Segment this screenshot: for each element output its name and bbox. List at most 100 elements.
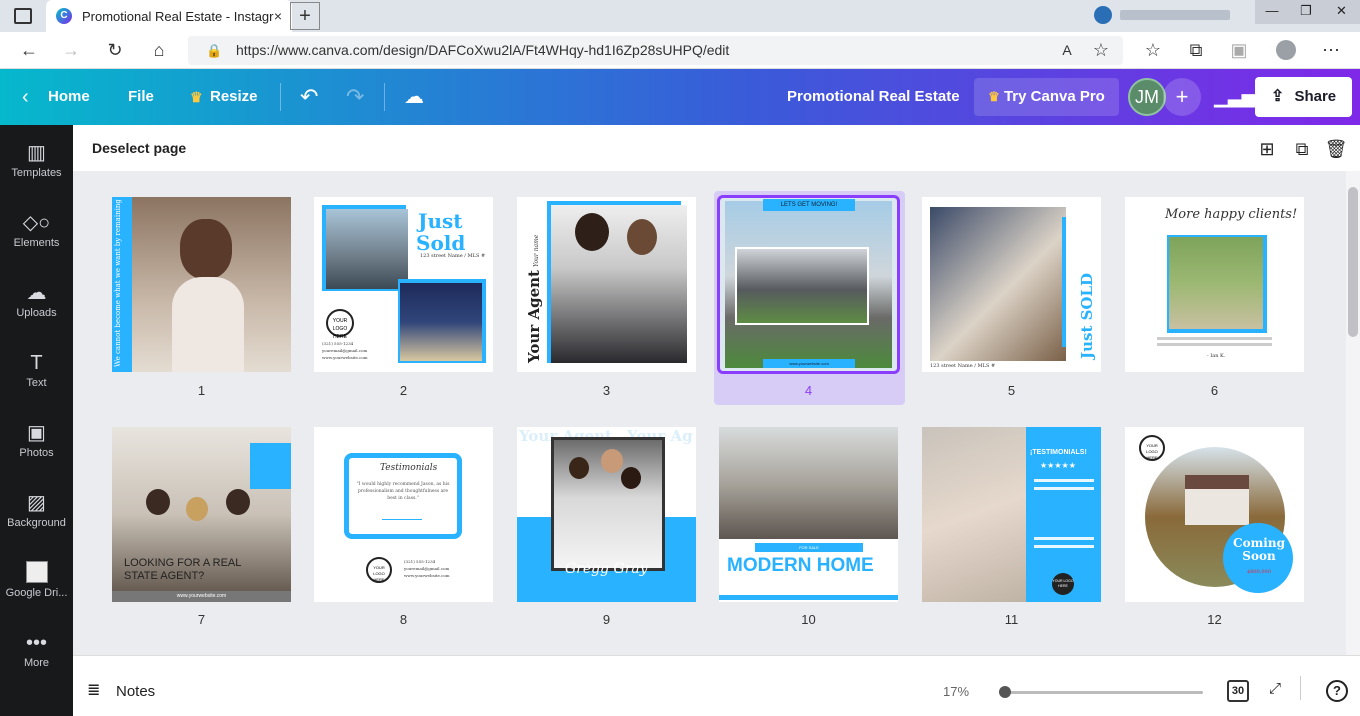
new-tab-button[interactable]: + — [290, 2, 320, 30]
logo-placeholder: YOUR LOGO HERE — [1052, 573, 1074, 595]
share-button[interactable]: ⇪ Share — [1255, 77, 1352, 117]
page-thumbnail-12[interactable]: YOUR LOGO HERE Coming Soon $800,000 — [1125, 427, 1304, 602]
sidebar-item-google-drive[interactable]: Google Dri... — [0, 561, 73, 599]
page-thumbnail-1[interactable]: We cannot become what we want by remaini… — [112, 197, 291, 372]
couple-photo — [1169, 237, 1263, 329]
avatar[interactable]: JM — [1128, 78, 1166, 116]
keys-photo — [922, 427, 1026, 602]
trash-icon[interactable]: 🗑 — [1324, 137, 1348, 161]
duplicate-page-icon[interactable]: ⧉ — [1290, 137, 1314, 161]
sidebar-item-text[interactable]: T Text — [0, 351, 73, 389]
notes-button[interactable]: Notes — [116, 683, 155, 700]
zoom-slider[interactable] — [999, 686, 1203, 698]
close-window-icon[interactable]: ✕ — [1323, 0, 1360, 24]
sidebar-item-label: Text — [26, 377, 47, 389]
crown-icon: ♛ — [988, 89, 1000, 104]
cloud-saved-icon[interactable]: ☁ — [404, 69, 424, 125]
tab-actions-icon[interactable] — [14, 8, 32, 24]
website-banner: www.yourwebsite.com — [112, 591, 291, 602]
insights-chart-icon[interactable]: ▁▃▅ — [1214, 69, 1256, 125]
collections-icon[interactable]: ⧉ — [1183, 38, 1209, 62]
page-thumbnail-9[interactable]: Your Agent Your Ag Gregg Gray — [517, 427, 696, 602]
page-thumbnail-10[interactable]: FOR SALE MODERN HOME — [719, 427, 898, 602]
notes-icon: ≣ — [87, 682, 101, 699]
undo-icon[interactable]: ↶ — [300, 69, 318, 125]
page-number: 2 — [399, 383, 408, 398]
read-aloud-icon[interactable]: A — [1054, 38, 1080, 62]
just-text: Just — [418, 209, 463, 233]
home-icon[interactable]: ⌂ — [146, 38, 172, 62]
help-icon[interactable]: ? — [1326, 680, 1348, 702]
profile-icon[interactable] — [1094, 6, 1112, 24]
chevron-left-icon[interactable]: ‹ — [22, 69, 29, 125]
favorite-icon[interactable]: ☆ — [1088, 38, 1114, 62]
extension-icon[interactable]: ▣ — [1226, 38, 1252, 62]
photo-figure — [180, 219, 232, 279]
page-thumbnail-3[interactable]: Your Agent Your name — [517, 197, 696, 372]
page-number: 5 — [1007, 383, 1016, 398]
sidebar-item-photos[interactable]: ▣ Photos — [0, 421, 73, 459]
url-field[interactable]: 🔒 https://www.canva.com/design/DAFCoXwu2… — [188, 36, 1123, 65]
minimize-icon[interactable]: — — [1255, 0, 1289, 24]
blue-footer — [719, 595, 898, 600]
restore-icon[interactable]: ❐ — [1289, 0, 1323, 24]
account-icon[interactable] — [1276, 40, 1296, 60]
page-count-button[interactable]: 30 — [1227, 680, 1249, 702]
menu-icon[interactable]: ⋯ — [1318, 38, 1344, 62]
redo-icon[interactable]: ↷ — [346, 69, 364, 125]
sidebar-item-background[interactable]: ▨ Background — [0, 491, 73, 529]
forward-icon[interactable]: → — [58, 38, 84, 62]
page-number: 3 — [602, 383, 611, 398]
resize-button[interactable]: Resize — [210, 69, 258, 125]
sidebar-item-label: Templates — [11, 167, 62, 179]
file-menu[interactable]: File — [128, 69, 154, 125]
just-sold-text: Just SOLD — [1078, 272, 1096, 359]
page-thumbnail-5[interactable]: Just SOLD 123 street Name / MLS # — [922, 197, 1101, 372]
address-text: 123 street Name / MLS # — [930, 363, 996, 369]
photo-house-shape — [1185, 475, 1249, 525]
sidebar-item-uploads[interactable]: ☁ Uploads — [0, 281, 73, 319]
sidebar-item-templates[interactable]: ▥ Templates — [0, 141, 73, 179]
home-button[interactable]: Home — [48, 69, 90, 125]
sidebar-item-label: Uploads — [16, 307, 57, 319]
add-collaborator-button[interactable]: + — [1163, 78, 1201, 116]
house-photo — [326, 209, 408, 289]
photo-figure — [226, 489, 250, 515]
page-number: 12 — [1207, 612, 1222, 627]
text-line — [1157, 343, 1272, 346]
zoom-level-text[interactable]: 17% — [943, 684, 969, 699]
divider-line — [382, 519, 422, 520]
canva-favicon-icon: C — [56, 8, 72, 24]
quote-text: "I would highly recommend Jason, as his … — [356, 482, 450, 501]
browser-tab[interactable]: C Promotional Real Estate - Instagr × — [46, 0, 292, 32]
page-thumbnail-11[interactable]: ¡TESTIMONIALS! ★★★★★ YOUR LOGO HERE — [922, 427, 1101, 602]
tab-close-icon[interactable]: × — [274, 8, 282, 24]
refresh-icon[interactable]: ↻ — [102, 38, 128, 62]
document-title[interactable]: Promotional Real Estate — [787, 69, 960, 125]
add-page-icon[interactable]: ⊞ — [1255, 137, 1279, 161]
sidebar-item-elements[interactable]: ◇○ Elements — [0, 211, 73, 249]
deselect-page-button[interactable]: Deselect page — [92, 140, 186, 156]
page-thumbnail-7[interactable]: LOOKING FOR A REAL STATE AGENT? www.your… — [112, 427, 291, 602]
page-thumbnail-8[interactable]: Testimonials "I would highly recommend J… — [314, 427, 493, 602]
text-line — [1034, 537, 1094, 540]
try-canva-pro-button[interactable]: ♛ Try Canva Pro — [974, 78, 1119, 116]
back-icon[interactable]: ← — [16, 38, 42, 62]
fullscreen-icon[interactable]: ⤢ — [1269, 680, 1281, 697]
vertical-scrollbar[interactable] — [1346, 171, 1360, 655]
zoom-slider-knob[interactable] — [999, 686, 1011, 698]
templates-icon: ▥ — [27, 142, 46, 164]
page-thumbnail-4[interactable]: LETS GET MOVING! www.yourwebsite.com — [717, 195, 900, 374]
crown-icon: ♛ — [190, 89, 203, 105]
looking-text: LOOKING FOR A REAL — [124, 557, 242, 569]
page-thumbnail-2[interactable]: Just Sold 123 street Name / MLS # YOUR L… — [314, 197, 493, 372]
page-thumbnail-6[interactable]: More happy clients! - Ian K. — [1125, 197, 1304, 372]
url-text: https://www.canva.com/design/DAFCoXwu2lA… — [236, 42, 730, 58]
logo-placeholder: YOUR LOGO HERE — [326, 309, 354, 340]
favorites-bar-icon[interactable]: ☆ — [1140, 38, 1166, 62]
scrollbar-thumb[interactable] — [1348, 187, 1358, 337]
logo-placeholder: YOUR LOGO HERE — [366, 557, 392, 583]
sidebar-item-more[interactable]: ••• More — [0, 631, 73, 669]
living-room-photo — [719, 427, 898, 539]
divider — [1300, 676, 1301, 700]
